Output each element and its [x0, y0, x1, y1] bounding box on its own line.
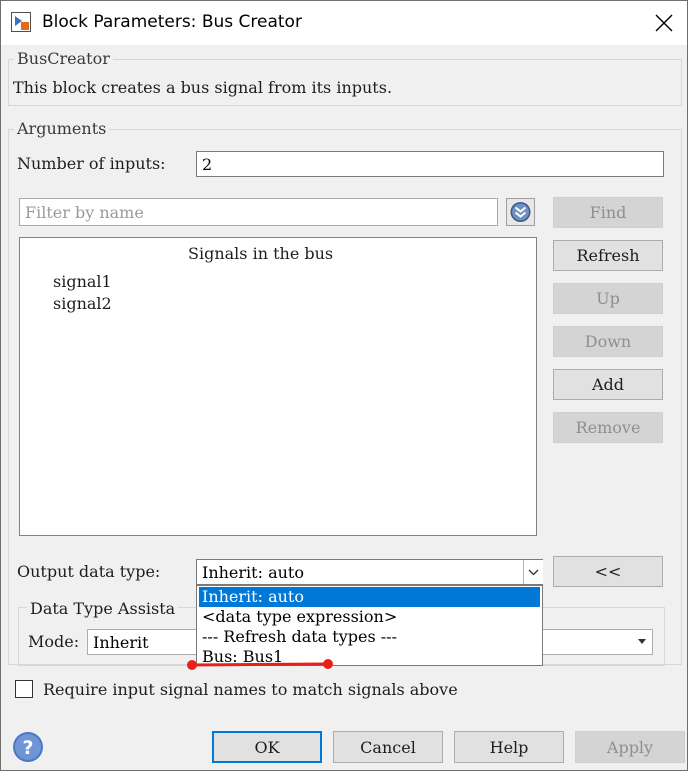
up-button[interactable]: Up	[553, 283, 663, 314]
signal-item[interactable]: signal2	[53, 294, 112, 313]
dropdown-option-refresh-data-types[interactable]: --- Refresh data types ---	[199, 627, 540, 647]
filter-options-button[interactable]	[506, 198, 535, 226]
block-description: This block creates a bus signal from its…	[13, 78, 393, 97]
help-button[interactable]: Help	[454, 731, 564, 763]
close-icon	[655, 14, 673, 32]
cancel-button[interactable]: Cancel	[333, 731, 443, 763]
simulink-block-icon	[11, 12, 31, 32]
help-icon[interactable]: ?	[12, 731, 44, 763]
signals-list-header: Signals in the bus	[188, 244, 334, 263]
chevron-down-circle-icon	[510, 202, 531, 222]
filter-by-name-input[interactable]: Filter by name	[19, 198, 498, 226]
dropdown-toggle[interactable]	[523, 560, 543, 584]
dialog-window: Block Parameters: Bus Creator BusCreator…	[0, 0, 688, 771]
ok-button[interactable]: OK	[212, 731, 322, 763]
apply-button[interactable]: Apply	[575, 731, 685, 763]
signals-list[interactable]: Signals in the bus signal1 signal2	[19, 237, 537, 536]
dropdown-arrow-icon	[638, 639, 646, 644]
mode-label: Mode:	[28, 632, 80, 651]
output-data-type-dropdown-list: Inherit: auto <data type expression> ---…	[196, 585, 543, 666]
require-names-label: Require input signal names to match sign…	[43, 680, 458, 699]
dropdown-option-data-type-expression[interactable]: <data type expression>	[199, 607, 540, 627]
signal-item[interactable]: signal1	[53, 272, 112, 291]
find-button[interactable]: Find	[553, 197, 663, 228]
refresh-button[interactable]: Refresh	[553, 240, 663, 271]
svg-text:?: ?	[22, 737, 33, 759]
arguments-header: Arguments	[14, 119, 110, 138]
show-data-type-assistant-button[interactable]: <<	[553, 556, 663, 587]
add-button[interactable]: Add	[553, 369, 663, 400]
mode-value: Inherit	[93, 633, 149, 652]
down-button[interactable]: Down	[553, 326, 663, 357]
title-bar: Block Parameters: Bus Creator	[1, 1, 687, 45]
remove-button[interactable]: Remove	[553, 412, 663, 443]
block-name-header: BusCreator	[14, 49, 113, 68]
window-title: Block Parameters: Bus Creator	[42, 12, 302, 32]
dropdown-option-inherit-auto[interactable]: Inherit: auto	[199, 587, 540, 607]
annotation-underline	[187, 659, 333, 670]
number-of-inputs-label: Number of inputs:	[17, 154, 166, 173]
output-data-type-label: Output data type:	[17, 562, 161, 581]
require-names-checkbox[interactable]	[15, 680, 33, 698]
output-data-type-select[interactable]: Inherit: auto	[196, 559, 543, 585]
close-button[interactable]	[641, 1, 687, 45]
chevron-down-icon	[528, 569, 539, 576]
number-of-inputs-field[interactable]: 2	[196, 151, 664, 177]
data-type-assistant-header: Data Type Assista	[27, 599, 179, 618]
